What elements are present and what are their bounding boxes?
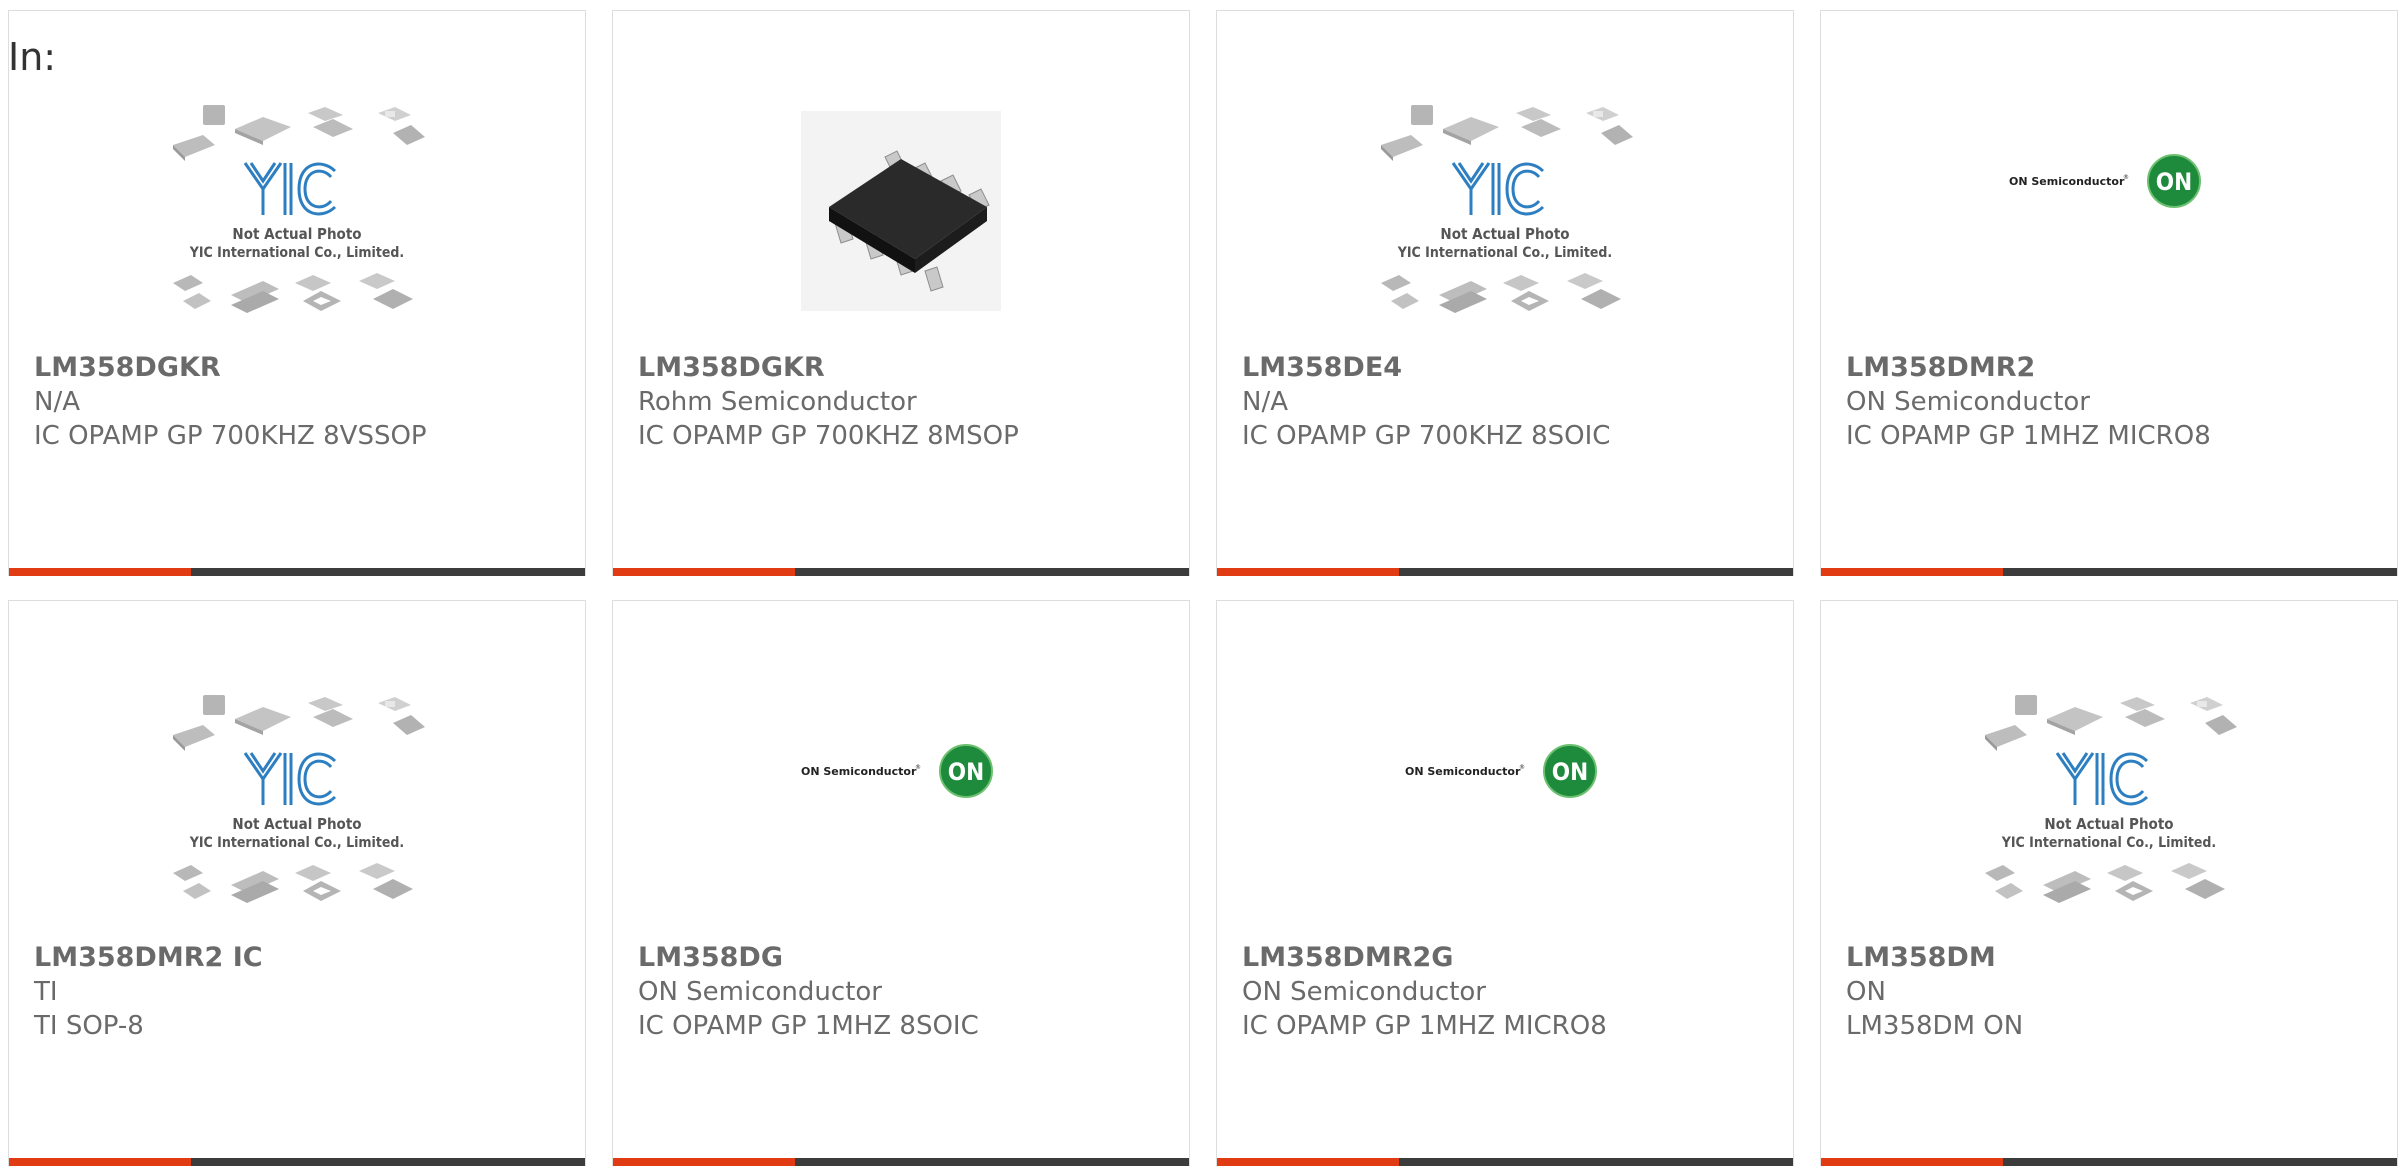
card-bottom-bar (9, 568, 585, 576)
part-number[interactable]: LM358DMR2 (1846, 351, 2377, 385)
yic-placeholder-icon (1379, 105, 1635, 315)
on-semiconductor-logo-icon (1405, 744, 1597, 798)
chip-photo-icon (801, 111, 1001, 311)
manufacturer: N/A (1242, 387, 1288, 417)
page-label: In: (8, 35, 57, 79)
card-bottom-bar (1217, 568, 1793, 576)
yic-placeholder-icon (171, 105, 427, 315)
part-number[interactable]: LM358DGKR (638, 351, 1169, 385)
part-number[interactable]: LM358DGKR (34, 351, 565, 385)
description: IC OPAMP GP 1MHZ MICRO8 (1846, 421, 2211, 451)
product-card[interactable]: LM358DMR2G ON Semiconductor IC OPAMP GP … (1216, 600, 1794, 1166)
product-image[interactable] (613, 91, 1189, 331)
card-bottom-bar (613, 1158, 1189, 1166)
manufacturer: ON Semiconductor (638, 977, 882, 1007)
description: IC OPAMP GP 1MHZ 8SOIC (638, 1011, 979, 1041)
product-grid: LM358DGKR N/A IC OPAMP GP 700KHZ 8VSSOP … (8, 10, 2400, 1166)
card-bottom-bar (1217, 1158, 1793, 1166)
manufacturer: ON Semiconductor (1846, 387, 2090, 417)
description: LM358DM ON (1846, 1011, 2024, 1041)
part-number[interactable]: LM358DM (1846, 941, 2377, 975)
manufacturer: N/A (34, 387, 80, 417)
description: TI SOP-8 (34, 1011, 144, 1041)
card-bottom-bar (1821, 568, 2397, 576)
product-image[interactable] (1217, 681, 1793, 921)
manufacturer: Rohm Semiconductor (638, 387, 917, 417)
on-semiconductor-logo-icon (2009, 154, 2201, 208)
part-number[interactable]: LM358DG (638, 941, 1169, 975)
product-image[interactable] (1821, 91, 2397, 331)
part-number[interactable]: LM358DMR2 IC (34, 941, 565, 975)
description: IC OPAMP GP 700KHZ 8SOIC (1242, 421, 1611, 451)
manufacturer: ON Semiconductor (1242, 977, 1486, 1007)
product-card[interactable]: LM358DMR2 ON Semiconductor IC OPAMP GP 1… (1820, 10, 2398, 576)
product-image[interactable] (613, 681, 1189, 921)
product-image[interactable] (1217, 91, 1793, 331)
product-image[interactable] (9, 681, 585, 921)
product-image[interactable] (1821, 681, 2397, 921)
manufacturer: ON (1846, 977, 1886, 1007)
card-bottom-bar (1821, 1158, 2397, 1166)
product-card[interactable]: LM358DG ON Semiconductor IC OPAMP GP 1MH… (612, 600, 1190, 1166)
on-semiconductor-logo-icon (801, 744, 993, 798)
card-bottom-bar (9, 1158, 585, 1166)
product-card[interactable]: LM358DGKR N/A IC OPAMP GP 700KHZ 8VSSOP (8, 10, 586, 576)
description: IC OPAMP GP 700KHZ 8MSOP (638, 421, 1019, 451)
product-card[interactable]: LM358DMR2 IC TI TI SOP-8 (8, 600, 586, 1166)
part-number[interactable]: LM358DMR2G (1242, 941, 1773, 975)
yic-placeholder-icon (171, 695, 427, 905)
product-card[interactable]: LM358DE4 N/A IC OPAMP GP 700KHZ 8SOIC (1216, 10, 1794, 576)
product-image[interactable] (9, 91, 585, 331)
card-bottom-bar (613, 568, 1189, 576)
description: IC OPAMP GP 1MHZ MICRO8 (1242, 1011, 1607, 1041)
product-card[interactable]: LM358DM ON LM358DM ON (1820, 600, 2398, 1166)
yic-placeholder-icon (1983, 695, 2239, 905)
manufacturer: TI (34, 977, 58, 1007)
description: IC OPAMP GP 700KHZ 8VSSOP (34, 421, 427, 451)
product-card[interactable]: LM358DGKR Rohm Semiconductor IC OPAMP GP… (612, 10, 1190, 576)
part-number[interactable]: LM358DE4 (1242, 351, 1773, 385)
